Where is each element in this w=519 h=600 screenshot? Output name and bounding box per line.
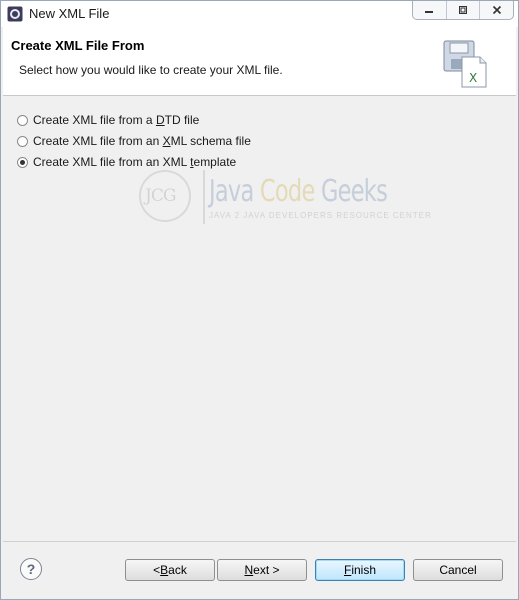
title-bar[interactable]: New XML File <box>1 1 518 27</box>
help-button[interactable]: ? <box>20 558 42 580</box>
wizard-footer: ? < Back Next > Finish Cancel <box>3 541 516 598</box>
next-button[interactable]: Next > <box>217 559 307 581</box>
option-xml-schema[interactable]: Create XML file from an XML schema file <box>17 134 251 148</box>
watermark-logo: JCG Java Code Geeks JAVA 2 JAVA DEVELOPE… <box>139 164 431 234</box>
watermark-subtitle: JAVA 2 JAVA DEVELOPERS RESOURCE CENTER <box>209 211 432 220</box>
wizard-header: Create XML File From Select how you woul… <box>3 27 516 96</box>
page-title: Create XML File From <box>11 38 145 53</box>
xml-file-save-icon: X <box>443 40 487 88</box>
back-button[interactable]: < Back <box>125 559 215 581</box>
window-controls <box>412 1 514 20</box>
svg-text:X: X <box>469 71 477 85</box>
radio-xml-template[interactable] <box>17 156 28 168</box>
cancel-button[interactable]: Cancel <box>413 559 503 581</box>
minimize-icon <box>425 11 434 13</box>
minimize-button[interactable] <box>413 1 446 19</box>
radio-xml-schema[interactable] <box>17 135 28 147</box>
option-dtd-file[interactable]: Create XML file from a DTD file <box>17 113 199 127</box>
radio-dtd-file[interactable] <box>17 114 28 126</box>
watermark-title: Java Code Geeks <box>209 174 388 209</box>
close-button[interactable] <box>479 1 513 19</box>
watermark-logo-text: JCG <box>145 186 176 206</box>
finish-button[interactable]: Finish <box>315 559 405 581</box>
option-dtd-label: Create XML file from a DTD file <box>33 113 200 127</box>
restore-icon <box>459 6 467 14</box>
restore-button[interactable] <box>445 1 480 19</box>
wizard-content: Create XML file from a DTD file Create X… <box>3 96 516 528</box>
option-schema-label: Create XML file from an XML schema file <box>33 134 251 148</box>
page-description: Select how you would like to create your… <box>19 63 283 77</box>
window-title: New XML File <box>29 6 110 21</box>
new-xml-file-dialog: New XML File Create XML File From Select… <box>0 0 519 600</box>
eclipse-icon <box>7 6 23 22</box>
watermark-divider <box>203 170 205 224</box>
close-icon <box>492 5 501 15</box>
